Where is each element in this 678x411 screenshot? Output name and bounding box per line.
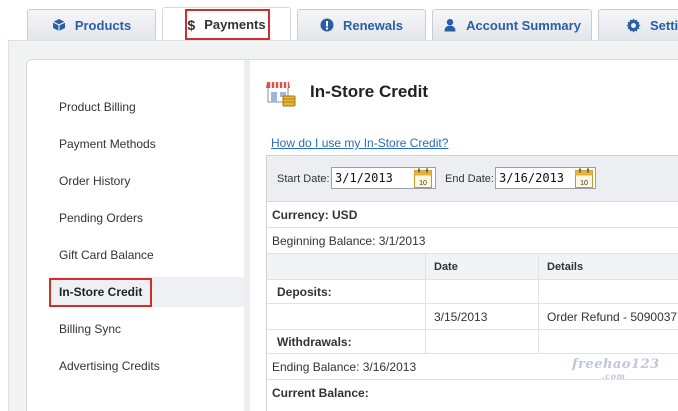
tab-renewals[interactable]: Renewals — [297, 9, 426, 40]
date-filter-bar: Start Date: 3/1/2013 10 End Date: 3/16/2… — [267, 156, 678, 202]
tab-settings[interactable]: Setti — [598, 9, 678, 40]
dollar-icon: $ — [187, 16, 196, 33]
end-date-label: End Date: — [445, 173, 494, 185]
deposit-date: 3/15/2013 — [425, 304, 538, 329]
sidebar-item-advertising-credits[interactable]: Advertising Credits — [49, 351, 245, 381]
withdrawals-row: Withdrawals: — [267, 330, 678, 354]
withdrawals-label: Withdrawals: — [277, 334, 352, 349]
sidebar-item-label: Payment Methods — [59, 137, 156, 151]
sidebar-item-in-store-credit[interactable]: In-Store Credit — [49, 277, 245, 307]
tab-products[interactable]: Products — [27, 9, 156, 40]
cube-icon — [52, 18, 66, 32]
sidebar-item-product-billing[interactable]: Product Billing — [49, 92, 245, 122]
storefront-icon — [266, 78, 296, 108]
sidebar: Product Billing Payment Methods Order Hi… — [27, 72, 245, 411]
sidebar-item-label: Gift Card Balance — [59, 248, 154, 262]
calendar-icon[interactable]: 10 — [575, 168, 593, 188]
column-header-details: Details — [538, 254, 678, 279]
tab-account-summary[interactable]: Account Summary — [432, 9, 592, 40]
tab-payments[interactable]: $ Payments — [162, 7, 291, 41]
sidebar-item-label: Billing Sync — [59, 322, 122, 336]
top-tab-bar: Products $ Payments Renewals Account Sum… — [0, 0, 678, 41]
sidebar-item-billing-sync[interactable]: Billing Sync — [49, 314, 245, 344]
deposit-details: Order Refund - 5090037 — [538, 304, 678, 329]
user-icon — [443, 18, 457, 32]
sidebar-item-payment-methods[interactable]: Payment Methods — [49, 129, 245, 159]
alert-icon — [320, 18, 334, 32]
tab-label: Renewals — [343, 17, 403, 33]
sidebar-item-label: Pending Orders — [59, 211, 144, 225]
tab-label: Account Summary — [466, 17, 581, 33]
page-title: In-Store Credit — [310, 82, 429, 101]
help-link[interactable]: How do I use my In-Store Credit? — [271, 136, 448, 150]
column-header-date: Date — [425, 254, 538, 279]
beginning-balance-row: Beginning Balance: 3/1/2013 — [267, 228, 678, 254]
sidebar-item-label: In-Store Credit — [59, 285, 143, 299]
tab-label: Setti — [650, 17, 678, 33]
svg-text:10: 10 — [580, 180, 588, 187]
tab-label: Payments — [204, 17, 266, 32]
deposits-label: Deposits: — [277, 284, 332, 299]
sidebar-item-label: Advertising Credits — [59, 359, 160, 373]
gear-icon — [626, 17, 641, 33]
table-header-row: Date Details — [267, 254, 678, 280]
deposits-row: Deposits: — [267, 280, 678, 304]
watermark-text: freehao123 — [572, 357, 660, 372]
sidebar-item-order-history[interactable]: Order History — [49, 166, 245, 196]
sidebar-item-label: Product Billing — [59, 100, 136, 114]
start-date-label: Start Date: — [277, 173, 330, 185]
tab-label: Products — [74, 17, 132, 33]
svg-text:10: 10 — [419, 180, 427, 187]
watermark-logo: freehao123 .com — [572, 357, 660, 381]
table-row: 3/15/2013 Order Refund - 5090037 — [267, 304, 678, 330]
sidebar-item-gift-card-balance[interactable]: Gift Card Balance — [49, 240, 245, 270]
sidebar-item-pending-orders[interactable]: Pending Orders — [49, 203, 245, 233]
current-balance-row: Current Balance: — [272, 386, 369, 400]
watermark-suffix: .com — [602, 371, 626, 381]
sidebar-item-label: Order History — [59, 174, 131, 188]
currency-row: Currency: USD — [267, 202, 678, 228]
calendar-icon[interactable]: 10 — [414, 168, 432, 188]
